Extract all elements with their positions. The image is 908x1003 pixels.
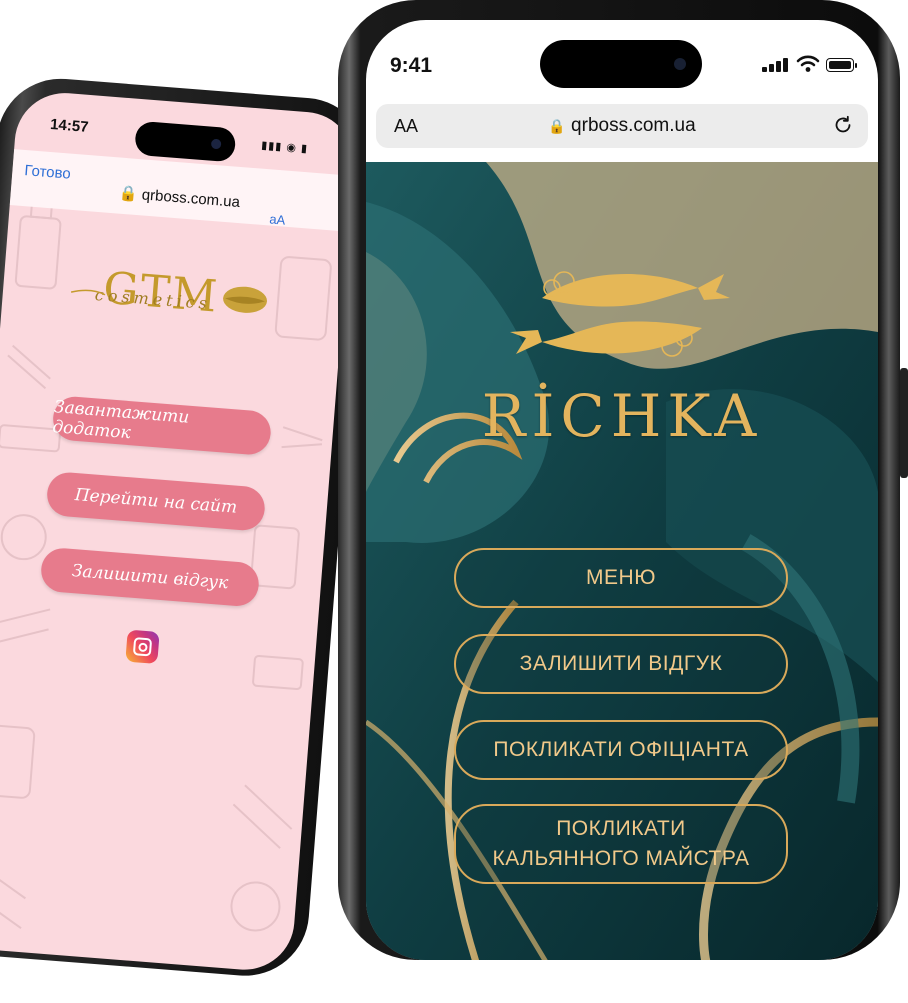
- reload-icon[interactable]: [832, 114, 854, 136]
- call-waiter-button[interactable]: ПОКЛИКАТИ ОФІЦІАНТА: [454, 720, 788, 780]
- status-time: 14:57: [49, 115, 90, 136]
- brand-logo: RİCHKA: [481, 382, 763, 450]
- address-bar[interactable]: AA 🔒 qrboss.com.ua: [376, 104, 868, 148]
- status-time: 9:41: [390, 54, 433, 77]
- front-phone: 9:41 AA 🔒 qrboss.com.ua RİCHKA МЕНЮ ЗАЛИ…: [338, 0, 908, 960]
- status-icons: ▮▮▮ ◉ ▮: [260, 139, 309, 156]
- instagram-icon[interactable]: [125, 629, 160, 664]
- url-text: qrboss.com.ua: [571, 115, 696, 136]
- battery-icon: [826, 58, 857, 72]
- page-content: RİCHKA МЕНЮ ЗАЛИШИТИ ВІДГУК ПОКЛИКАТИ ОФ…: [366, 162, 878, 960]
- side-button: [900, 368, 908, 478]
- cellular-signal-icon: [762, 58, 788, 72]
- dynamic-island: [134, 120, 237, 163]
- done-button[interactable]: Готово: [24, 162, 72, 183]
- camera-icon: [674, 58, 686, 70]
- menu-button[interactable]: МЕНЮ: [454, 548, 788, 608]
- camera-icon: [210, 138, 222, 150]
- lock-icon: 🔒: [548, 118, 566, 134]
- pisces-fish-emblem: [510, 271, 730, 357]
- dynamic-island: [540, 40, 702, 88]
- gtm-logo: GTM cosmetics: [70, 263, 267, 323]
- front-phone-screen: 9:41 AA 🔒 qrboss.com.ua RİCHKA МЕНЮ ЗАЛИ…: [366, 20, 878, 960]
- wifi-icon: [796, 55, 820, 72]
- call-hookah-master-button[interactable]: ПОКЛИКАТИ КАЛЬЯННОГО МАЙСТРА: [454, 804, 788, 884]
- leave-review-button[interactable]: ЗАЛИШИТИ ВІДГУК: [454, 634, 788, 694]
- lock-icon: 🔒: [118, 184, 139, 203]
- url-field[interactable]: 🔒 qrboss.com.ua: [376, 115, 868, 137]
